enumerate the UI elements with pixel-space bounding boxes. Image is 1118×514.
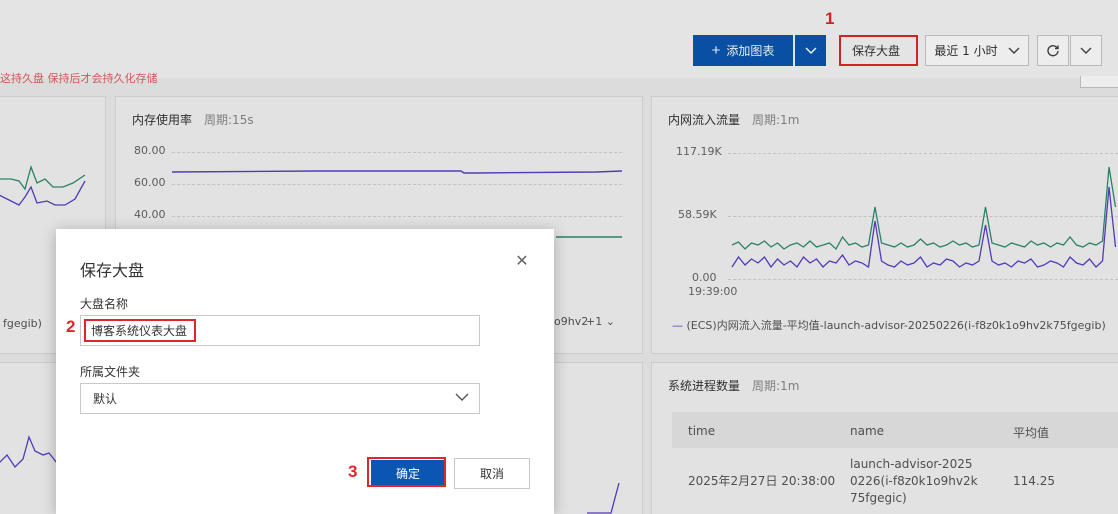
- step3-highlight: [367, 457, 446, 487]
- step3-marker: 3: [348, 462, 358, 481]
- folder-select-value: 默认: [93, 392, 118, 406]
- close-icon[interactable]: ✕: [514, 253, 530, 269]
- chevron-down-icon: [455, 393, 469, 401]
- name-label: 大盘名称: [80, 297, 129, 311]
- folder-label: 所属文件夹: [80, 365, 141, 379]
- step2-marker: 2: [66, 317, 76, 336]
- dialog-title: 保存大盘: [80, 261, 145, 280]
- folder-select[interactable]: 默认: [80, 383, 480, 414]
- save-dashboard-dialog: 保存大盘 ✕ 大盘名称 2 所属文件夹 默认 确定 3 取消: [56, 229, 554, 514]
- cancel-button[interactable]: 取消: [454, 458, 530, 489]
- step2-highlight: [84, 319, 196, 342]
